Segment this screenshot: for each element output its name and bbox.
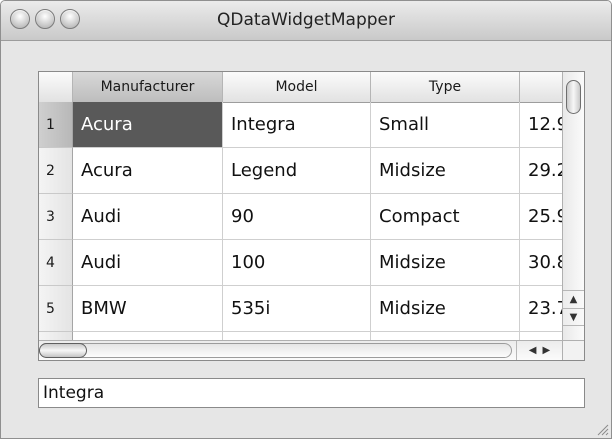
scroll-down-arrow-icon[interactable]: ▼ bbox=[563, 308, 584, 326]
table-cell-type[interactable]: Midsize bbox=[371, 240, 520, 286]
table-cell-type[interactable]: Midsize bbox=[371, 286, 520, 332]
vertical-scrollbar[interactable]: ▲ ▼ bbox=[562, 72, 584, 342]
table-cell-model[interactable]: 90 bbox=[223, 194, 371, 240]
table-cell-manufacturer[interactable]: Acura bbox=[73, 148, 223, 194]
vertical-scroll-thumb[interactable] bbox=[566, 80, 581, 114]
horizontal-scroll-arrows: ◀ ▶ bbox=[516, 341, 562, 360]
horizontal-scroll-track[interactable] bbox=[39, 343, 512, 358]
table-cell-manufacturer[interactable]: BMW bbox=[73, 286, 223, 332]
horizontal-scroll-thumb[interactable] bbox=[39, 343, 87, 358]
title-bar[interactable]: QDataWidgetMapper bbox=[1, 1, 611, 41]
table-cell-type[interactable]: Compact bbox=[371, 194, 520, 240]
data-table[interactable]: Manufacturer Model Type M 1AcuraIntegraS… bbox=[38, 71, 585, 361]
mapped-model-field[interactable] bbox=[38, 378, 585, 408]
row-header[interactable]: 2 bbox=[39, 148, 73, 194]
table-cell-model[interactable]: Legend bbox=[223, 148, 371, 194]
scroll-left-arrow-icon[interactable]: ◀ bbox=[529, 345, 537, 356]
table-cell-model[interactable]: 100 bbox=[223, 240, 371, 286]
resize-grip-icon[interactable] bbox=[595, 422, 609, 436]
horizontal-scrollbar[interactable]: ◀ ▶ bbox=[39, 340, 563, 360]
table-cell-manufacturer[interactable]: Audi bbox=[73, 194, 223, 240]
table-cell-model[interactable]: 535i bbox=[223, 286, 371, 332]
main-window: QDataWidgetMapper Manufacturer Model Typ… bbox=[0, 0, 612, 439]
row-header[interactable]: 3 bbox=[39, 194, 73, 240]
table-cell-type[interactable]: Small bbox=[371, 102, 520, 148]
column-header-model[interactable]: Model bbox=[223, 72, 371, 102]
scroll-up-arrow-icon[interactable]: ▲ bbox=[563, 290, 584, 308]
table-cell-manufacturer[interactable]: Acura bbox=[73, 102, 223, 148]
table-corner-button[interactable] bbox=[39, 72, 73, 102]
column-header-type[interactable]: Type bbox=[371, 72, 520, 102]
table-cell-model[interactable]: Integra bbox=[223, 102, 371, 148]
table-cell-manufacturer[interactable]: Audi bbox=[73, 240, 223, 286]
table-header: Manufacturer Model Type M bbox=[39, 72, 584, 103]
row-header[interactable]: 1 bbox=[39, 102, 73, 148]
row-header[interactable]: 4 bbox=[39, 240, 73, 286]
scrollbar-corner bbox=[562, 340, 584, 360]
scroll-right-arrow-icon[interactable]: ▶ bbox=[543, 345, 551, 356]
table-cell-type[interactable]: Midsize bbox=[371, 148, 520, 194]
window-title: QDataWidgetMapper bbox=[217, 10, 395, 30]
row-header[interactable]: 5 bbox=[39, 286, 73, 332]
column-header-manufacturer[interactable]: Manufacturer bbox=[73, 72, 223, 102]
